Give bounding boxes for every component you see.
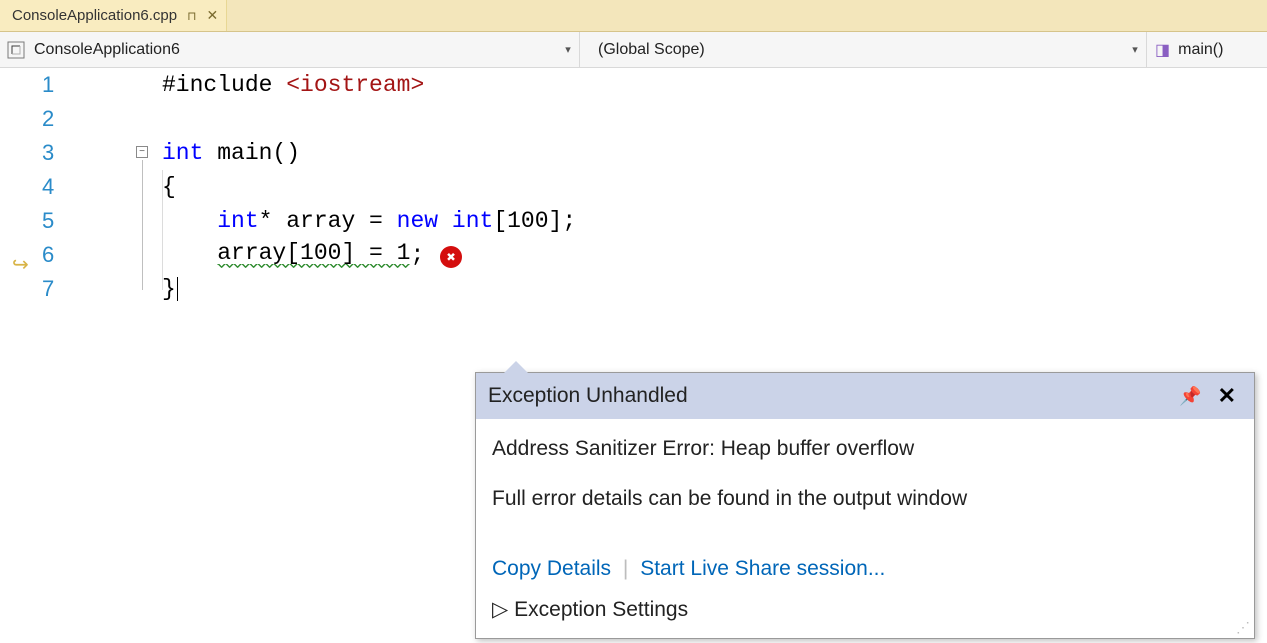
exception-settings-label: Exception Settings [514,598,688,622]
popup-title: Exception Unhandled [488,384,688,408]
code-line: int main() [162,136,1267,170]
line-number: 6 [42,242,54,268]
nav-project-name: ConsoleApplication6 [34,41,180,59]
exception-popup: Exception Unhandled 📌 ✕ Address Sanitize… [475,372,1255,639]
code-line: array[100] = 1; ✖ [162,238,1267,272]
live-share-link[interactable]: Start Live Share session... [640,557,885,580]
popup-body: Address Sanitizer Error: Heap buffer ove… [476,419,1254,557]
chevron-down-icon[interactable]: ▾ [1124,43,1146,56]
code-line: int* array = new int[100]; [162,204,1267,238]
code-text: #include [162,72,286,98]
nav-function-text: main() [1178,41,1223,59]
line-number: 4 [42,174,54,200]
close-icon[interactable]: ✕ [1212,383,1242,409]
code-text [162,208,217,234]
code-text: [100]; [493,208,576,234]
resize-grip-icon[interactable]: ⋰ [1236,619,1250,636]
execution-pointer-icon: ↪ [12,252,29,277]
code-include: <iostream> [286,72,424,98]
line-number: 7 [42,276,54,302]
line-number: 3 [42,140,54,166]
close-icon[interactable]: ✕ [207,7,219,24]
pin-icon[interactable]: 📌 [1169,386,1211,407]
editor: ↪ 1 2 3 4 5 6 7 − #include <iostream> in… [0,68,1267,643]
triangle-right-icon: ▷ [492,597,508,622]
line-number: 1 [42,72,54,98]
outline-line [142,160,143,290]
cube-icon: ◨ [1155,40,1170,60]
code-keyword: int [217,208,258,234]
code-keyword: int [162,140,203,166]
popup-links: Copy Details | Start Live Share session.… [476,557,1254,589]
popup-error-detail: Full error details can be found in the o… [492,487,1238,511]
pin-icon[interactable]: ⊓ [187,9,196,23]
nav-scope-dropdown[interactable]: (Global Scope) ▾ [580,32,1147,67]
code-keyword: int [452,208,493,234]
code-text [162,242,217,268]
popup-arrow-icon [504,361,528,373]
nav-project-dropdown[interactable]: ConsoleApplication6 ▾ [0,32,580,67]
outline-gutter: − [122,68,162,643]
code-brace: { [162,174,176,200]
code-text: main() [203,140,300,166]
chevron-down-icon[interactable]: ▾ [557,43,579,56]
code-text: * array = [259,208,397,234]
code-line: { [162,170,1267,204]
tab-bar: ConsoleApplication6.cpp ⊓ ✕ [0,0,1267,32]
tab-filename: ConsoleApplication6.cpp [12,7,177,24]
tab-file[interactable]: ConsoleApplication6.cpp ⊓ ✕ [0,0,227,31]
project-icon [6,40,26,60]
code-line: #include <iostream> [162,68,1267,102]
popup-header: Exception Unhandled 📌 ✕ [476,373,1254,419]
code-line [162,102,1267,136]
navbar: ConsoleApplication6 ▾ (Global Scope) ▾ ◨… [0,32,1267,68]
code-text: ; [410,242,424,268]
line-number: 5 [42,208,54,234]
error-badge-icon[interactable]: ✖ [440,246,462,268]
exception-settings-toggle[interactable]: ▷ Exception Settings [476,589,1254,638]
code-text [438,208,452,234]
line-number-gutter: 1 2 3 4 5 6 7 [42,68,122,643]
nav-scope-text: (Global Scope) [598,41,705,59]
line-number: 2 [42,106,54,132]
code-line: } [162,272,1267,306]
code-warning-span: array[100] = 1 [217,240,410,270]
nav-function-dropdown[interactable]: ◨ main() [1147,32,1267,67]
code-brace: } [162,276,176,302]
fold-toggle-icon[interactable]: − [136,146,148,158]
indent-guide [162,170,163,290]
copy-details-link[interactable]: Copy Details [492,557,611,580]
separator: | [623,557,628,580]
code-keyword: new [397,208,438,234]
popup-error-title: Address Sanitizer Error: Heap buffer ove… [492,437,1238,461]
text-caret [177,277,178,301]
breakpoint-gutter[interactable]: ↪ [0,68,42,643]
